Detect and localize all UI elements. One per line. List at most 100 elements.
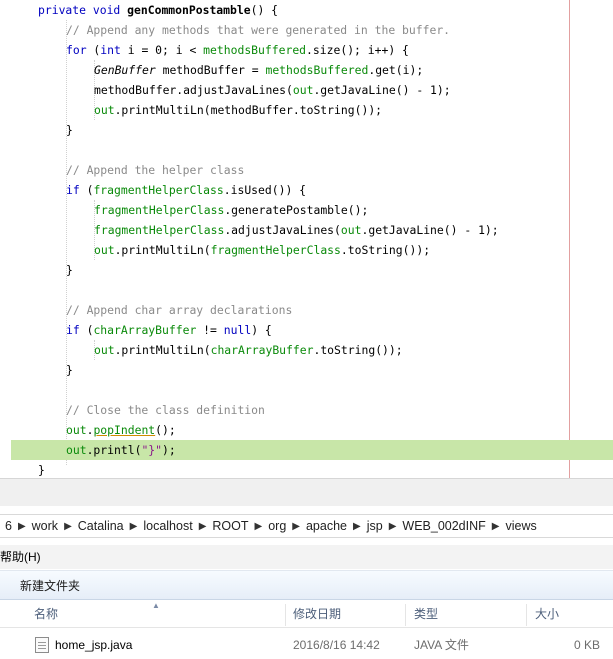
column-header-name[interactable]: 名称 [34, 600, 58, 628]
code-token: genCommonPostamble [127, 3, 251, 17]
code-line[interactable]: fragmentHelperClass.adjustJavaLines(out.… [0, 220, 613, 240]
code-line[interactable]: private void genCommonPostamble() { [0, 0, 613, 20]
breadcrumb-segment[interactable]: work [27, 519, 63, 533]
code-token: "}" [141, 443, 163, 457]
code-token: methodBuffer = [155, 63, 266, 77]
breadcrumb-chevron-icon[interactable]: ▶ [388, 521, 398, 532]
breadcrumb-chevron-icon[interactable]: ▶ [198, 521, 208, 532]
code-token: ( [79, 323, 94, 337]
breadcrumb-segment[interactable]: 6 [0, 519, 17, 533]
code-token: for [66, 43, 87, 57]
code-token: } [66, 263, 73, 277]
code-line[interactable]: if (charArrayBuffer != null) { [0, 320, 613, 340]
code-text: private void genCommonPostamble() { [38, 0, 278, 20]
breadcrumb-chevron-icon[interactable]: ▶ [491, 521, 501, 532]
menu-item-help[interactable]: 帮助(H) [0, 550, 41, 564]
code-line[interactable] [0, 380, 613, 400]
code-line[interactable]: if (fragmentHelperClass.isUsed()) { [0, 180, 613, 200]
code-line[interactable]: GenBuffer methodBuffer = methodsBuffered… [0, 60, 613, 80]
code-token: // Close the class definition [66, 403, 265, 417]
code-line[interactable]: fragmentHelperClass.generatePostamble(); [0, 200, 613, 220]
breadcrumb-segment[interactable]: jsp [362, 519, 388, 533]
code-line-current[interactable]: out.printl("}"); [11, 440, 613, 460]
code-line[interactable]: // Append the helper class [0, 160, 613, 180]
address-bar-breadcrumb[interactable]: 6 ▶ work ▶ Catalina ▶ localhost ▶ ROOT ▶ org ▶ apach… [0, 514, 613, 538]
code-line[interactable]: for (int i = 0; i < methodsBuffered.size… [0, 40, 613, 60]
breadcrumb-segment[interactable]: org [263, 519, 291, 533]
code-line[interactable] [0, 140, 613, 160]
column-divider[interactable] [526, 604, 527, 626]
code-line[interactable]: out.printMultiLn(methodBuffer.toString()… [0, 100, 613, 120]
code-text: fragmentHelperClass.generatePostamble(); [94, 200, 368, 220]
code-line[interactable]: } [0, 120, 613, 140]
breadcrumb-segment[interactable]: WEB_002dINF [397, 519, 490, 533]
code-text: // Append any methods that were generate… [66, 20, 450, 40]
code-token: out [94, 243, 115, 257]
code-token: .printMultiLn(methodBuffer.toString()); [114, 103, 383, 117]
breadcrumb-chevron-icon[interactable]: ▶ [129, 521, 139, 532]
code-editor[interactable]: private void genCommonPostamble() {// Ap… [0, 0, 613, 478]
breadcrumb-segment[interactable]: apache [301, 519, 352, 533]
text-file-icon [35, 637, 49, 653]
code-line[interactable]: } [0, 460, 613, 478]
code-text: out.printMultiLn(methodBuffer.toString()… [94, 100, 382, 120]
code-token: } [66, 363, 73, 377]
code-line[interactable]: out.printMultiLn(fragmentHelperClass.toS… [0, 240, 613, 260]
column-header-modified[interactable]: 修改日期 [293, 600, 341, 628]
code-token: i = 0; i < [120, 43, 204, 57]
breadcrumb-chevron-icon[interactable]: ▶ [17, 521, 27, 532]
column-divider[interactable] [405, 604, 406, 626]
file-list-row[interactable]: home_jsp.java 2016/8/16 14:42 JAVA 文件 0 … [0, 632, 613, 658]
code-text: out.printl("}"); [66, 440, 176, 460]
breadcrumb-segment[interactable]: ROOT [207, 519, 253, 533]
code-text: out.printMultiLn(charArrayBuffer.toStrin… [94, 340, 403, 360]
breadcrumb-chevron-icon[interactable]: ▶ [63, 521, 73, 532]
code-line[interactable] [0, 280, 613, 300]
file-name[interactable]: home_jsp.java [55, 632, 132, 658]
code-token: ( [79, 183, 94, 197]
breadcrumb-chevron-icon[interactable]: ▶ [291, 521, 301, 532]
code-line[interactable]: } [0, 260, 613, 280]
breadcrumb-chevron-icon[interactable]: ▶ [254, 521, 264, 532]
code-token: fragmentHelperClass [210, 243, 341, 257]
code-text: out.popIndent(); [66, 420, 176, 440]
code-line[interactable]: out.printMultiLn(charArrayBuffer.toStrin… [0, 340, 613, 360]
new-folder-button[interactable]: 新建文件夹 [20, 571, 80, 601]
column-header-type[interactable]: 类型 [414, 600, 438, 628]
code-text: // Close the class definition [66, 400, 265, 420]
code-token: l [127, 443, 135, 457]
code-token: GenBuffer [94, 63, 156, 77]
column-header-size[interactable]: 大小 [535, 600, 559, 628]
code-line[interactable]: // Append char array declarations [0, 300, 613, 320]
code-token: out [66, 423, 87, 437]
code-token: .toString()); [313, 343, 403, 357]
code-token: // Append the helper class [66, 163, 245, 177]
code-token: (); [155, 423, 176, 437]
breadcrumb-segment[interactable]: views [500, 519, 541, 533]
column-divider[interactable] [285, 604, 286, 626]
code-token: () { [250, 3, 279, 17]
code-text: fragmentHelperClass.adjustJavaLines(out.… [94, 220, 499, 240]
breadcrumb-segment[interactable]: Catalina [73, 519, 129, 533]
code-token: methodsBuffered [203, 43, 307, 57]
code-line[interactable]: out.popIndent(); [0, 420, 613, 440]
code-token: .getJavaLine() - 1); [313, 83, 451, 97]
file-type: JAVA 文件 [414, 638, 469, 652]
code-token: if [66, 183, 80, 197]
code-line[interactable]: // Append any methods that were generate… [0, 20, 613, 40]
code-token: != [196, 323, 224, 337]
breadcrumb-segment[interactable]: localhost [138, 519, 197, 533]
code-token: } [38, 463, 45, 477]
code-token: out [94, 343, 115, 357]
code-line[interactable]: // Close the class definition [0, 400, 613, 420]
file-list-header: ▲ 名称 修改日期 类型 大小 [0, 600, 613, 628]
code-token: out [292, 83, 314, 97]
code-token: .get(i); [368, 63, 424, 77]
editor-bottom-border [0, 478, 613, 506]
code-token: fragmentHelperClass [94, 203, 225, 217]
code-text: // Append char array declarations [66, 300, 292, 320]
code-line[interactable]: methodBuffer.adjustJavaLines(out.getJava… [0, 80, 613, 100]
code-line[interactable]: } [0, 360, 613, 380]
code-text: for (int i = 0; i < methodsBuffered.size… [66, 40, 409, 60]
breadcrumb-chevron-icon[interactable]: ▶ [352, 521, 362, 532]
